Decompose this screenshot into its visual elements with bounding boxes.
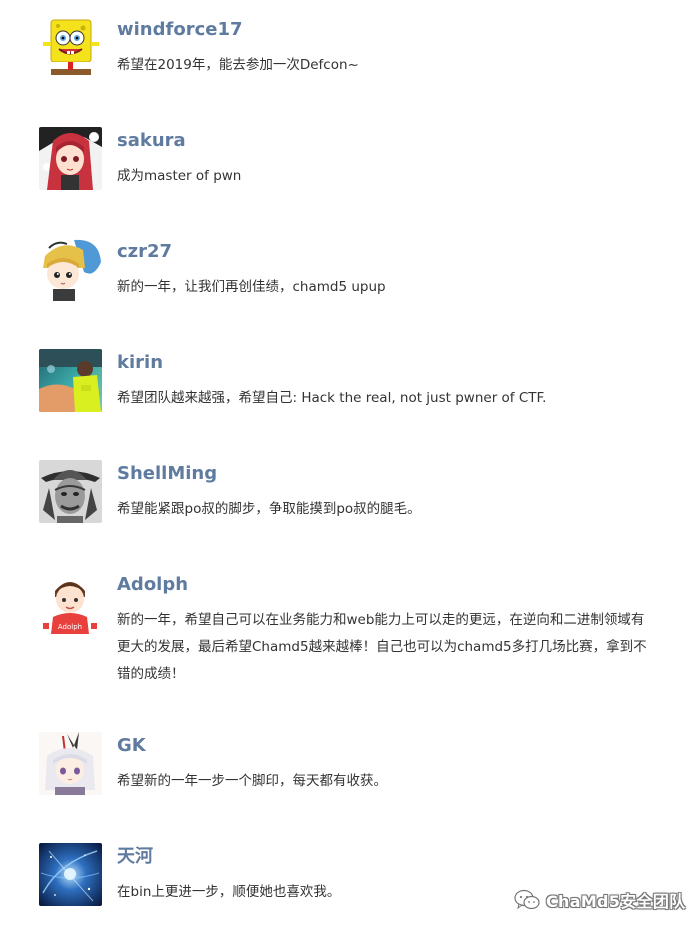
anime-chibi-avatar-icon[interactable] — [39, 238, 102, 301]
comment-author[interactable]: sakura — [117, 129, 186, 153]
watermark: ChaMd5安全团队 — [514, 886, 685, 914]
photo-avatar-icon[interactable] — [39, 349, 102, 412]
avatar-caption: Adolph — [58, 623, 82, 631]
anime-girl-red-hair-avatar-icon[interactable] — [39, 127, 102, 190]
comment-text: 希望新的一年一步一个脚印，每天都有收获。 — [117, 773, 387, 789]
comment-text: 希望在2019年，能去参加一次Defcon~ — [117, 57, 359, 73]
comment-text: 新的一年，希望自己可以在业务能力和web能力上可以走的更远，在逆向和二进制领域有… — [117, 612, 647, 682]
blue-galaxy-avatar-icon[interactable] — [39, 843, 102, 906]
comment-author[interactable]: Adolph — [117, 573, 188, 597]
comment-author[interactable]: ShellMing — [117, 462, 217, 486]
comment-text: 希望团队越来越强，希望自己: Hack the real, not just p… — [117, 390, 547, 406]
comment-text: 希望能紧跟po叔的脚步，争取能摸到po叔的腿毛。 — [117, 501, 421, 517]
cartoon-boy-avatar-icon[interactable]: Adolph — [39, 571, 102, 634]
comment-author[interactable]: 天河 — [117, 845, 153, 869]
spongebob-avatar-icon[interactable] — [39, 16, 102, 79]
man-with-hat-avatar-icon[interactable] — [39, 460, 102, 523]
anime-white-hair-avatar-icon[interactable] — [39, 732, 102, 795]
watermark-label: ChaMd5安全团队 — [546, 892, 686, 911]
comment-author[interactable]: czr27 — [117, 240, 172, 264]
comment-text: 成为master of pwn — [117, 168, 242, 184]
wechat-icon — [514, 889, 540, 911]
comment-author[interactable]: GK — [117, 734, 146, 758]
comment-author[interactable]: windforce17 — [117, 18, 243, 42]
comment-author[interactable]: kirin — [117, 351, 163, 375]
comment-text: 新的一年，让我们再创佳绩，chamd5 upup — [117, 279, 386, 295]
